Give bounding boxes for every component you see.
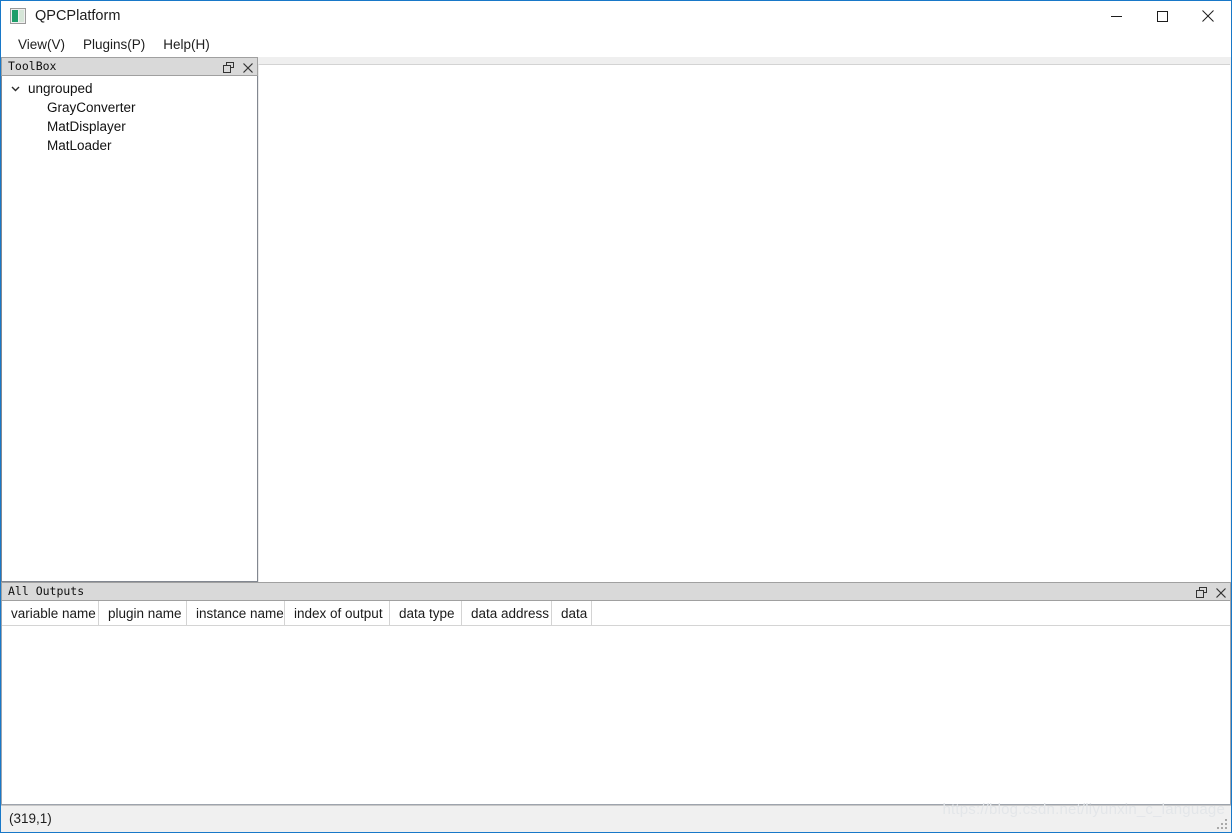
column-header-data-type[interactable]: data type — [390, 601, 462, 625]
close-button[interactable] — [1185, 1, 1231, 31]
tree-item-grayconverter[interactable]: GrayConverter — [2, 98, 257, 117]
column-header-plugin-name[interactable]: plugin name — [99, 601, 187, 625]
application-window: QPCPlatform View(V) Plugins(P) Help(H) T… — [0, 0, 1232, 833]
outputs-dock-buttons — [1195, 583, 1227, 602]
toolbox-close-button[interactable] — [241, 60, 254, 75]
work-area: ToolBox ungrouped GrayConverter MatDispl… — [1, 57, 1231, 805]
column-header-index-of-output[interactable]: index of output — [285, 601, 390, 625]
upper-dock-row: ToolBox ungrouped GrayConverter MatDispl… — [1, 57, 1231, 582]
tree-item-matloader[interactable]: MatLoader — [2, 136, 257, 155]
tree-item-matdisplayer[interactable]: MatDisplayer — [2, 117, 257, 136]
chevron-down-icon[interactable] — [6, 79, 24, 98]
menu-item-help[interactable]: Help(H) — [154, 34, 219, 55]
outputs-dock-titlebar[interactable]: All Outputs — [1, 582, 1231, 601]
menu-bar: View(V) Plugins(P) Help(H) — [1, 31, 1231, 57]
column-header-data[interactable]: data — [552, 601, 592, 625]
toolbox-tree[interactable]: ungrouped GrayConverter MatDisplayer Mat… — [1, 76, 258, 582]
float-icon — [223, 62, 234, 73]
menu-item-plugins[interactable]: Plugins(P) — [74, 34, 154, 55]
close-icon — [1202, 10, 1214, 22]
all-outputs-dock-panel: All Outputs variable name plugin name in… — [1, 582, 1231, 805]
outputs-close-button[interactable] — [1214, 585, 1227, 600]
column-header-variable-name[interactable]: variable name — [2, 601, 99, 625]
window-title: QPCPlatform — [35, 7, 121, 24]
float-icon — [1196, 587, 1207, 598]
toolbox-dock-titlebar[interactable]: ToolBox — [1, 57, 258, 76]
title-bar: QPCPlatform — [1, 1, 1231, 31]
maximize-button[interactable] — [1139, 1, 1185, 31]
tree-item-label: ungrouped — [28, 80, 93, 96]
mdi-workspace-area[interactable] — [258, 64, 1230, 582]
app-icon — [10, 8, 26, 24]
tree-item-ungrouped[interactable]: ungrouped — [2, 79, 257, 98]
minimize-icon — [1110, 15, 1122, 17]
maximize-icon — [1156, 10, 1168, 22]
tree-item-label: MatLoader — [47, 137, 112, 153]
close-icon — [1215, 587, 1226, 598]
tree-item-label: GrayConverter — [47, 99, 136, 115]
menu-item-view[interactable]: View(V) — [9, 34, 74, 55]
column-header-data-address[interactable]: data address — [462, 601, 552, 625]
toolbox-dock-buttons — [222, 58, 254, 77]
close-icon — [242, 62, 253, 73]
column-header-filler — [592, 601, 1230, 625]
outputs-title: All Outputs — [8, 583, 85, 598]
status-bar: (319,1) — [1, 805, 1231, 832]
window-controls — [1093, 1, 1231, 31]
toolbox-dock-panel: ToolBox ungrouped GrayConverter MatDispl… — [1, 57, 258, 582]
tree-item-label: MatDisplayer — [47, 118, 126, 134]
minimize-button[interactable] — [1093, 1, 1139, 31]
all-outputs-table[interactable]: variable name plugin name instance name … — [1, 601, 1231, 805]
table-header-row: variable name plugin name instance name … — [2, 601, 1230, 626]
toolbox-float-button[interactable] — [222, 60, 235, 75]
column-header-instance-name[interactable]: instance name — [187, 601, 285, 625]
outputs-float-button[interactable] — [1195, 585, 1208, 600]
resize-grip[interactable] — [1214, 816, 1227, 829]
status-coordinates: (319,1) — [9, 811, 52, 827]
toolbox-title: ToolBox — [8, 58, 57, 73]
